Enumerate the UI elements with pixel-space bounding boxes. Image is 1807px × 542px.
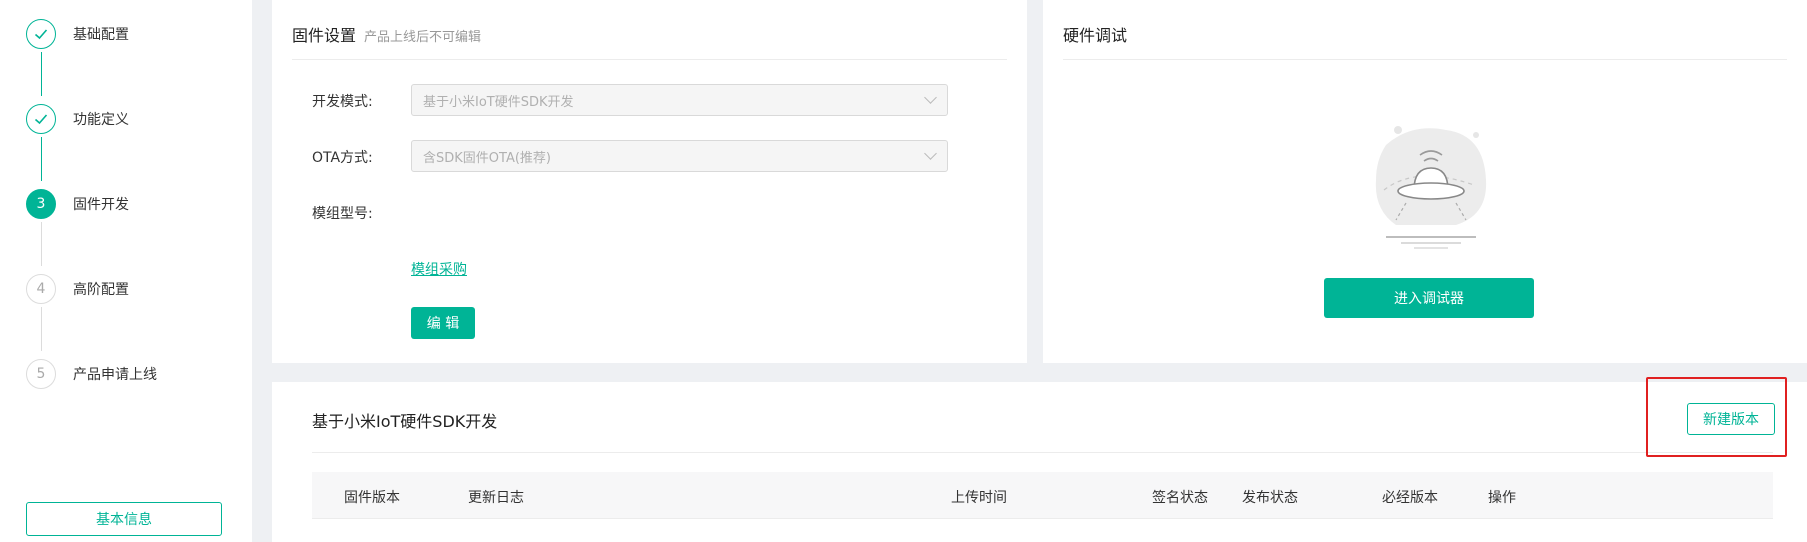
- dev-mode-value: 基于小米IoT硬件SDK开发: [423, 94, 574, 110]
- step-number: 4: [26, 274, 56, 304]
- dev-mode-label: 开发模式:: [312, 94, 373, 110]
- step-connector: [41, 52, 42, 96]
- steps-sidebar: 基础配置 功能定义 3 固件开发 4 高阶配置 5 产品申请上线 基本信息: [0, 0, 252, 542]
- step-label: 固件开发: [73, 197, 129, 213]
- column-header-upload-time: 上传时间: [951, 490, 1007, 506]
- chevron-down-icon: [924, 91, 937, 104]
- column-header-actions: 操作: [1488, 490, 1516, 506]
- step-function-definition[interactable]: 功能定义: [26, 103, 129, 135]
- divider: [292, 59, 1007, 60]
- step-advanced-config[interactable]: 4 高阶配置: [26, 273, 129, 305]
- versions-table-header: 固件版本 更新日志 上传时间 签名状态 发布状态 必经版本 操作: [312, 472, 1773, 519]
- versions-title: 基于小米IoT硬件SDK开发: [312, 412, 498, 431]
- column-header-firmware-version: 固件版本: [344, 490, 400, 506]
- firmware-title: 固件设置: [292, 26, 357, 45]
- ota-select[interactable]: 含SDK固件OTA(推荐): [411, 140, 948, 172]
- highlight-annotation: [1646, 377, 1787, 457]
- check-icon: [26, 104, 56, 134]
- step-label: 产品申请上线: [73, 367, 157, 383]
- divider: [312, 452, 1773, 453]
- ota-label: OTA方式:: [312, 150, 373, 166]
- panel-title: 固件设置 产品上线后不可编辑: [292, 22, 481, 46]
- module-label: 模组型号:: [312, 206, 373, 222]
- column-header-changelog: 更新日志: [468, 490, 524, 506]
- firmware-settings-panel: 固件设置 产品上线后不可编辑 开发模式: 基于小米IoT硬件SDK开发 OTA方式…: [272, 0, 1027, 363]
- ufo-empty-illustration-icon: [1375, 126, 1487, 249]
- step-connector: [41, 307, 42, 351]
- basic-info-button[interactable]: 基本信息: [26, 502, 222, 536]
- debug-title: 硬件调试: [1063, 26, 1128, 45]
- hardware-debug-panel: 硬件调试 进入调试器: [1043, 0, 1807, 363]
- firmware-subtitle: 产品上线后不可编辑: [364, 30, 482, 45]
- step-connector: [41, 137, 42, 181]
- step-connector: [41, 222, 42, 266]
- step-label: 功能定义: [73, 112, 129, 128]
- ota-value: 含SDK固件OTA(推荐): [423, 150, 551, 166]
- dev-mode-select[interactable]: 基于小米IoT硬件SDK开发: [411, 84, 948, 116]
- column-header-release-status: 发布状态: [1242, 490, 1298, 506]
- step-basic-config[interactable]: 基础配置: [26, 18, 129, 50]
- firmware-versions-panel: 基于小米IoT硬件SDK开发 新建版本 固件版本 更新日志 上传时间 签名状态 …: [272, 382, 1807, 542]
- column-header-required-version: 必经版本: [1382, 490, 1438, 506]
- module-purchase-link[interactable]: 模组采购: [411, 259, 467, 279]
- chevron-down-icon: [924, 147, 937, 160]
- check-icon: [26, 19, 56, 49]
- step-number: 3: [26, 189, 56, 219]
- step-label: 高阶配置: [73, 282, 129, 298]
- step-label: 基础配置: [73, 27, 129, 43]
- column-header-signature-status: 签名状态: [1152, 490, 1208, 506]
- step-firmware-development[interactable]: 3 固件开发: [26, 188, 129, 220]
- step-product-launch[interactable]: 5 产品申请上线: [26, 358, 157, 390]
- step-number: 5: [26, 359, 56, 389]
- divider: [1063, 59, 1787, 60]
- enter-debugger-button[interactable]: 进入调试器: [1324, 278, 1534, 318]
- edit-button[interactable]: 编 辑: [411, 307, 475, 339]
